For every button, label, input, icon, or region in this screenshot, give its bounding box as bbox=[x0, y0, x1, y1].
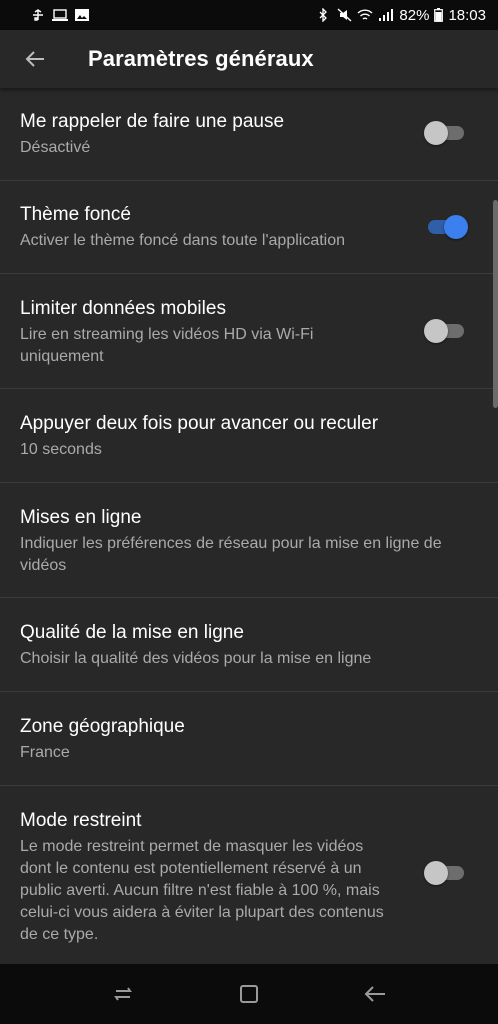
app-bar: Paramètres généraux bbox=[0, 30, 498, 88]
setting-upload-quality[interactable]: Qualité de la mise en ligne Choisir la q… bbox=[0, 598, 498, 692]
mute-icon bbox=[337, 8, 352, 22]
setting-subtitle: Choisir la qualité des vidéos pour la mi… bbox=[20, 650, 372, 667]
setting-title: Qualité de la mise en ligne bbox=[20, 622, 244, 643]
setting-uploads[interactable]: Mises en ligne Indiquer les préférences … bbox=[0, 483, 498, 598]
setting-subtitle: Indiquer les préférences de réseau pour … bbox=[20, 535, 442, 574]
break-reminder-toggle[interactable] bbox=[424, 121, 464, 145]
laptop-icon bbox=[52, 9, 68, 21]
image-icon bbox=[75, 9, 89, 21]
setting-title: Thème foncé bbox=[20, 204, 131, 225]
scrollbar[interactable] bbox=[493, 200, 498, 408]
restricted-mode-toggle[interactable] bbox=[424, 861, 464, 885]
battery-icon bbox=[434, 8, 444, 22]
home-button[interactable] bbox=[229, 974, 269, 1014]
setting-break-reminder[interactable]: Me rappeler de faire une pause Désactivé bbox=[0, 88, 498, 181]
setting-title: Appuyer deux fois pour avancer ou recule… bbox=[20, 413, 379, 434]
bluetooth-icon bbox=[319, 8, 328, 22]
setting-subtitle: Activer le thème foncé dans toute l'appl… bbox=[20, 232, 346, 249]
setting-title: Mises en ligne bbox=[20, 507, 142, 528]
limit-mobile-data-toggle[interactable] bbox=[424, 319, 464, 343]
setting-dark-theme[interactable]: Thème foncé Activer le thème foncé dans … bbox=[0, 181, 498, 274]
toggle-knob bbox=[444, 215, 468, 239]
wifi-icon bbox=[357, 9, 373, 20]
home-icon bbox=[240, 985, 258, 1003]
status-left bbox=[30, 8, 90, 22]
setting-double-tap-seek[interactable]: Appuyer deux fois pour avancer ou recule… bbox=[0, 389, 498, 483]
setting-subtitle: 10 seconds bbox=[20, 441, 102, 458]
system-back-button[interactable] bbox=[355, 974, 395, 1014]
navigation-bar bbox=[0, 964, 498, 1024]
usb-icon bbox=[33, 9, 43, 21]
setting-restricted-mode[interactable]: Mode restreint Le mode restreint permet … bbox=[0, 786, 498, 966]
back-button[interactable] bbox=[6, 30, 64, 88]
setting-title: Me rappeler de faire une pause bbox=[20, 111, 285, 132]
setting-limit-mobile-data[interactable]: Limiter données mobiles Lire en streamin… bbox=[0, 274, 498, 389]
setting-subtitle: France bbox=[20, 744, 70, 761]
setting-subtitle: Désactivé bbox=[20, 139, 91, 156]
setting-title: Zone géographique bbox=[20, 716, 185, 737]
dark-theme-toggle[interactable] bbox=[428, 215, 468, 239]
setting-location[interactable]: Zone géographique France bbox=[0, 692, 498, 786]
setting-title: Limiter données mobiles bbox=[20, 298, 226, 319]
signal-icon bbox=[379, 9, 394, 21]
status-bar: 82% 18:03 bbox=[0, 0, 498, 30]
page-title: Paramètres généraux bbox=[88, 46, 314, 71]
back-icon bbox=[364, 986, 385, 1002]
recent-apps-icon bbox=[114, 987, 132, 1001]
setting-subtitle: Le mode restreint permet de masquer les … bbox=[20, 838, 384, 943]
clock: 18:03 bbox=[448, 6, 486, 24]
toggle-knob bbox=[424, 121, 448, 145]
setting-subtitle: Lire en streaming les vidéos HD via Wi-F… bbox=[20, 326, 314, 365]
setting-title: Mode restreint bbox=[20, 810, 142, 831]
recent-apps-button[interactable] bbox=[103, 974, 143, 1014]
battery-percent: 82% bbox=[399, 6, 430, 24]
arrow-back-icon bbox=[25, 51, 44, 67]
settings-list: Me rappeler de faire une pause Désactivé… bbox=[0, 88, 498, 966]
toggle-knob bbox=[424, 319, 448, 343]
toggle-knob bbox=[424, 861, 448, 885]
status-right: 82% 18:03 bbox=[315, 7, 486, 24]
